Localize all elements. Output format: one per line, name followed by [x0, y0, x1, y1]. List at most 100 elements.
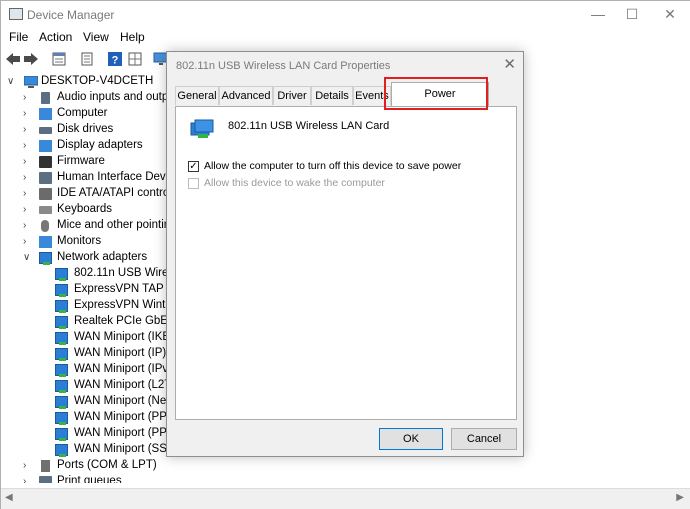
- mouse-icon: [41, 220, 49, 232]
- chevron-right-icon[interactable]: ›: [23, 220, 33, 231]
- chevron-right-icon[interactable]: ›: [23, 140, 33, 151]
- network-adapter-icon: [55, 396, 68, 409]
- network-adapter-icon: [55, 364, 68, 377]
- chevron-right-icon[interactable]: ›: [23, 124, 33, 135]
- back-arrow-icon[interactable]: [5, 51, 21, 67]
- menu-help[interactable]: Help: [120, 30, 145, 44]
- chevron-right-icon[interactable]: ›: [23, 188, 33, 199]
- tree-item-label: WAN Miniport (IKEv: [74, 331, 171, 343]
- chevron-down-icon[interactable]: ∨: [7, 76, 17, 87]
- tree-item-label: Network adapters: [57, 251, 148, 263]
- tree-item-label: Monitors: [57, 235, 102, 247]
- properties-dialog: 802.11n USB Wireless LAN Card Properties…: [166, 51, 524, 457]
- chevron-right-icon[interactable]: ›: [23, 92, 33, 103]
- chevron-right-icon[interactable]: ›: [23, 204, 33, 215]
- tab-driver[interactable]: Driver: [273, 86, 311, 105]
- chevron-right-icon[interactable]: ›: [23, 236, 33, 247]
- port-icon: [41, 460, 50, 472]
- allow-wake-checkbox: [188, 178, 199, 189]
- chevron-down-icon[interactable]: ∨: [23, 252, 33, 263]
- tree-item-label: Disk drives: [57, 123, 114, 135]
- allow-turn-off-checkbox[interactable]: ✓: [188, 161, 199, 172]
- network-adapter-icon: [55, 444, 68, 457]
- title-bar: Device Manager — ☐ ✕: [1, 1, 690, 27]
- network-adapter-icon: [55, 268, 68, 281]
- printer-icon: [39, 476, 52, 483]
- tree-item-label: Computer: [57, 107, 108, 119]
- close-button[interactable]: ✕: [653, 1, 687, 27]
- tab-advanced[interactable]: Advanced: [219, 86, 273, 105]
- ide-controller-icon: [39, 188, 52, 200]
- computer-icon: [39, 108, 52, 120]
- tree-item-label: WAN Miniport (Netv: [74, 395, 171, 407]
- device-tree: ∨ DESKTOP-V4DCETH › Audio inputs and outp…: [1, 73, 171, 483]
- chevron-right-icon[interactable]: ›: [23, 460, 33, 471]
- network-adapter-icon: [55, 316, 68, 329]
- network-adapter-icon: [55, 332, 68, 345]
- computer-icon: [24, 76, 38, 88]
- tree-root-label: DESKTOP-V4DCETH: [41, 75, 154, 87]
- horizontal-scrollbar[interactable]: ◀ ▶: [1, 488, 690, 509]
- monitor-icon: [39, 236, 52, 248]
- chevron-right-icon[interactable]: ›: [23, 172, 33, 183]
- tree-item-label: Keyboards: [57, 203, 112, 215]
- view-grid-icon[interactable]: [127, 51, 143, 67]
- forward-arrow-icon[interactable]: [23, 51, 39, 67]
- minimize-button[interactable]: —: [581, 1, 615, 27]
- network-adapter-icon: [55, 284, 68, 297]
- chip-icon: [39, 156, 52, 168]
- disk-drive-icon: [39, 127, 52, 134]
- allow-turn-off-label: Allow the computer to turn off this devi…: [204, 160, 462, 172]
- network-adapter-icon: [55, 428, 68, 441]
- svg-text:?: ?: [112, 55, 119, 67]
- menu-action[interactable]: Action: [39, 30, 72, 44]
- menu-view[interactable]: View: [83, 30, 109, 44]
- tree-item-label: ExpressVPN TAP Ada: [74, 283, 171, 295]
- chevron-right-icon[interactable]: ›: [23, 476, 33, 483]
- tree-item-label: 802.11n USB Wireless: [74, 267, 171, 279]
- scroll-left-icon[interactable]: ◀: [5, 492, 13, 503]
- ok-button[interactable]: OK: [379, 428, 443, 450]
- tab-general[interactable]: General: [175, 86, 219, 105]
- cancel-button[interactable]: Cancel: [451, 428, 517, 450]
- tree-item-label: Mice and other pointing: [57, 219, 171, 231]
- tree-item-label: Print queues: [57, 475, 122, 483]
- tree-item-label: WAN Miniport (L2TF: [74, 379, 171, 391]
- maximize-button[interactable]: ☐: [615, 1, 649, 27]
- window-title: Device Manager: [27, 8, 115, 22]
- tree-item-label: IDE ATA/ATAPI controlle: [57, 187, 171, 199]
- display-adapter-icon: [39, 140, 52, 152]
- tree-item-label: ExpressVPN Wintun: [74, 299, 171, 311]
- help-icon[interactable]: ?: [107, 51, 123, 67]
- tree-item-label: Display adapters: [57, 139, 143, 151]
- network-adapter-icon: [39, 252, 52, 265]
- keyboard-icon: [39, 206, 52, 214]
- tab-details[interactable]: Details: [311, 86, 353, 105]
- properties-sheet-icon[interactable]: [51, 51, 67, 67]
- allow-wake-label: Allow this device to wake the computer: [204, 177, 385, 189]
- highlight-box: [384, 77, 488, 110]
- tree-item-label: Firmware: [57, 155, 105, 167]
- scan-hardware-icon[interactable]: [79, 51, 95, 67]
- network-adapter-icon: [55, 348, 68, 361]
- network-adapter-icon: [55, 300, 68, 313]
- close-icon[interactable]: ✕: [503, 55, 516, 73]
- tree-item-label: WAN Miniport (IPv6: [74, 363, 171, 375]
- menu-file[interactable]: File: [9, 30, 28, 44]
- network-adapter-icon: [55, 380, 68, 393]
- tree-item-label: WAN Miniport (PPTI: [74, 427, 171, 439]
- tree-item-label: WAN Miniport (SSTF: [74, 443, 171, 455]
- chevron-right-icon[interactable]: ›: [23, 108, 33, 119]
- device-name: 802.11n USB Wireless LAN Card: [228, 120, 390, 132]
- power-management-panel: 802.11n USB Wireless LAN Card ✓ Allow th…: [175, 106, 517, 420]
- scroll-right-icon[interactable]: ▶: [676, 492, 684, 503]
- menu-bar: File Action View Help: [1, 27, 690, 47]
- speaker-icon: [41, 92, 50, 104]
- hid-icon: [39, 172, 52, 184]
- network-adapter-icon: [190, 119, 214, 138]
- device-manager-icon: [9, 8, 23, 20]
- tree-item-label: Realtek PCIe GbE Far: [74, 315, 171, 327]
- tree-item-label: Human Interface Device: [57, 171, 171, 183]
- tree-item-label: WAN Miniport (PPPC: [74, 411, 171, 423]
- chevron-right-icon[interactable]: ›: [23, 156, 33, 167]
